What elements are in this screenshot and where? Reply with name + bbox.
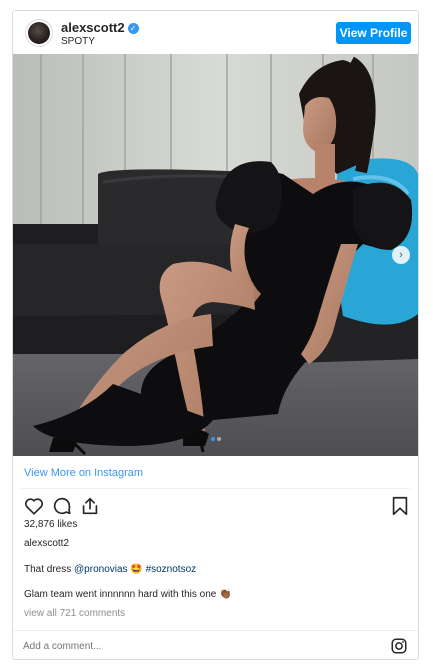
user-subtitle: SPOTY [61, 36, 95, 47]
username-row[interactable]: alexscott2 ✓ [61, 20, 139, 35]
caption-text: That dress [24, 564, 75, 575]
like-count[interactable]: 32,876 likes [24, 519, 77, 530]
share-icon[interactable] [79, 495, 101, 517]
caption-emoji: 🤩 [130, 564, 143, 575]
instagram-logo-icon[interactable] [390, 637, 408, 655]
heart-icon[interactable] [23, 495, 45, 517]
post-author[interactable]: alexscott2 [24, 538, 69, 549]
post-photo-image [13, 54, 418, 456]
view-profile-button[interactable]: View Profile [336, 22, 411, 44]
post-caption-line-2: Glam team went innnnnn hard with this on… [24, 589, 232, 600]
post-caption: That dress @pronovias 🤩 #soznotsoz [24, 564, 196, 575]
next-photo-button[interactable]: › [392, 246, 410, 264]
divider [21, 488, 410, 489]
carousel-dot-active [210, 437, 215, 441]
avatar-image [28, 22, 50, 44]
verified-badge-icon: ✓ [127, 23, 139, 34]
avatar[interactable] [25, 19, 53, 47]
carousel-dot [216, 437, 221, 441]
username[interactable]: alexscott2 [61, 20, 125, 35]
action-bar [23, 495, 411, 517]
comment-input[interactable] [23, 638, 363, 654]
post-header: alexscott2 ✓ SPOTY View Profile [13, 11, 418, 55]
view-comments-link[interactable]: view all 721 comments [24, 608, 125, 619]
carousel-indicator [13, 428, 418, 446]
view-more-link[interactable]: View More on Instagram [24, 467, 143, 479]
bookmark-icon[interactable] [389, 495, 411, 517]
caption-hashtag-link[interactable]: #soznotsoz [146, 564, 197, 575]
comment-icon[interactable] [51, 495, 73, 517]
post-photo[interactable]: › [13, 54, 418, 456]
caption-mention-link[interactable]: @pronovias [74, 564, 128, 575]
instagram-embed-card: alexscott2 ✓ SPOTY View Profile › View M… [12, 10, 419, 660]
comment-bar [13, 630, 418, 659]
